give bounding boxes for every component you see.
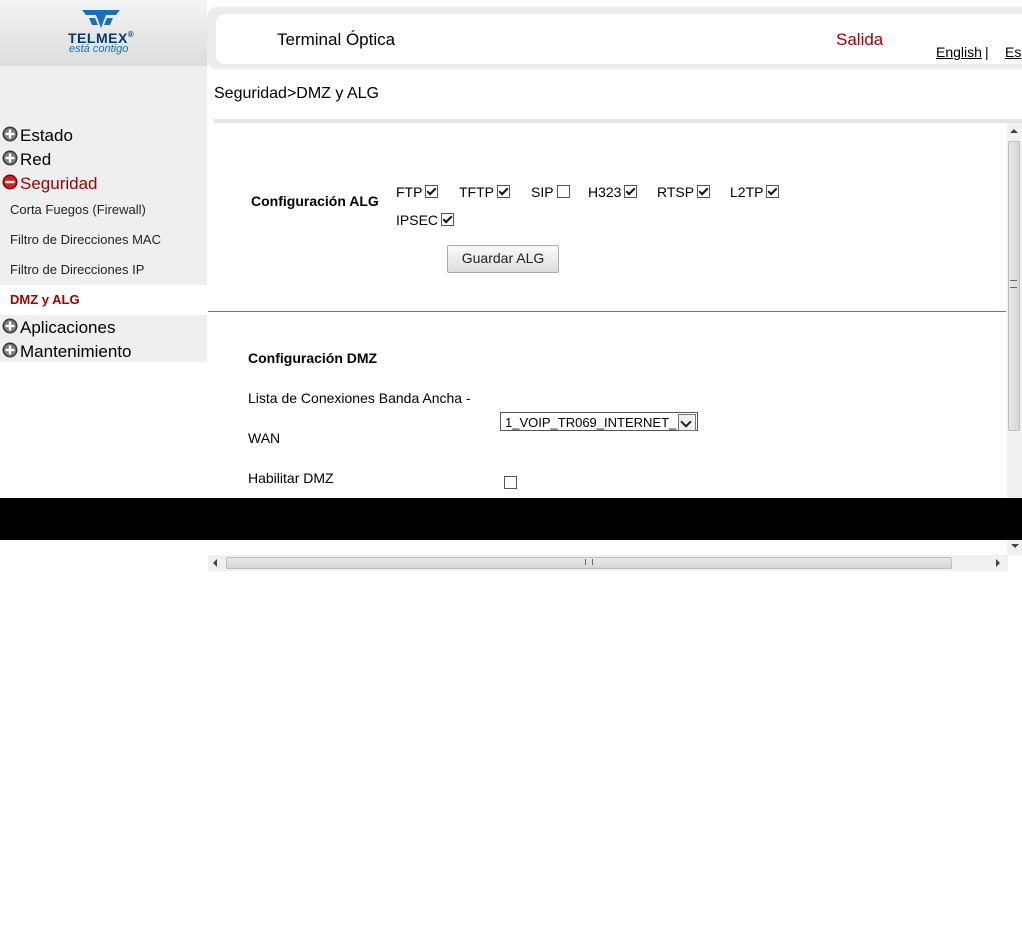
- tftp-checkbox[interactable]: [497, 185, 510, 198]
- alg-option-ftp: FTP: [396, 183, 439, 201]
- dmz-section-title: Configuración DMZ: [248, 350, 378, 366]
- language-separator: |: [985, 44, 989, 60]
- enable-dmz-label: Habilitar DMZ: [248, 470, 334, 486]
- minus-icon: [2, 174, 18, 190]
- rtsp-checkbox[interactable]: [697, 185, 711, 198]
- sidebar: Estado Red Seguridad Corta Fuegos (Firew…: [0, 66, 207, 362]
- language-spanish-link[interactable]: Es: [1005, 44, 1021, 60]
- alg-option-label: FTP: [396, 184, 423, 200]
- frame-top-border: [214, 119, 1022, 123]
- sidebar-subitem-ip-filter[interactable]: Filtro de Direcciones IP: [0, 255, 207, 285]
- alg-option-l2tp: L2TP: [730, 183, 780, 201]
- sip-checkbox[interactable]: [556, 185, 570, 198]
- grip-icon: [585, 559, 593, 565]
- chevron-down-icon[interactable]: [678, 414, 696, 431]
- brand-tagline: está contigo: [69, 43, 129, 55]
- wan-list-label-cont: WAN: [248, 430, 281, 446]
- page-title: Terminal Óptica: [277, 30, 396, 49]
- language-english-link[interactable]: English: [936, 44, 982, 60]
- enable-dmz-checkbox[interactable]: [504, 476, 517, 489]
- alg-option-label: L2TP: [730, 184, 764, 200]
- alg-option-rtsp: RTSP: [657, 183, 711, 201]
- logout-link[interactable]: Salida: [836, 30, 883, 50]
- alg-option-sip: SIP: [531, 183, 570, 201]
- alg-option-h323: H323: [588, 183, 638, 201]
- alg-option-tftp: TFTP: [459, 183, 510, 201]
- wan-list-label: Lista de Conexiones Banda Ancha -: [248, 390, 471, 406]
- plus-icon: [2, 342, 18, 358]
- sidebar-subitem-firewall[interactable]: Corta Fuegos (Firewall): [0, 195, 207, 225]
- save-alg-button[interactable]: Guardar ALG: [447, 245, 559, 273]
- scroll-up-icon[interactable]: [1010, 129, 1018, 133]
- logo: TELMEX® está contigo: [0, 0, 207, 66]
- scroll-left-icon[interactable]: [213, 559, 217, 567]
- vertical-scrollbar[interactable]: [1007, 123, 1022, 555]
- plus-icon: [2, 150, 18, 166]
- alg-option-label: IPSEC: [396, 212, 439, 228]
- section-divider: [208, 311, 1006, 312]
- scroll-down-icon[interactable]: [1011, 544, 1019, 548]
- alg-section-title: Configuración ALG: [251, 193, 379, 209]
- sidebar-item-label: Seguridad: [20, 174, 98, 193]
- breadcrumb: Seguridad>DMZ y ALG: [214, 85, 379, 102]
- grip-icon: [1010, 280, 1017, 288]
- sidebar-subitem-dmz-alg[interactable]: DMZ y ALG: [0, 285, 207, 315]
- sidebar-item-label: Red: [20, 150, 52, 169]
- sidebar-item-label: Mantenimiento: [20, 342, 132, 361]
- wan-selected-value: 1_VOIP_TR069_INTERNET_OTHER: [505, 415, 677, 430]
- brand-registered-mark: ®: [127, 30, 135, 39]
- sidebar-item-label: Aplicaciones: [20, 318, 116, 337]
- plus-icon: [2, 126, 18, 142]
- alg-option-label: TFTP: [459, 184, 494, 200]
- horizontal-scrollbar[interactable]: [208, 555, 1008, 571]
- telmex-logo-icon: [82, 10, 120, 28]
- alg-option-label: H323: [588, 184, 622, 200]
- ipsec-checkbox[interactable]: [441, 213, 455, 226]
- wan-connection-select[interactable]: 1_VOIP_TR069_INTERNET_OTHER: [500, 412, 698, 431]
- ftp-checkbox[interactable]: [425, 185, 439, 198]
- black-overlay-bar: [0, 498, 1022, 540]
- alg-option-label: RTSP: [657, 184, 695, 200]
- scroll-right-icon[interactable]: [996, 559, 1000, 567]
- l2tp-checkbox[interactable]: [766, 185, 780, 198]
- h323-checkbox[interactable]: [624, 185, 638, 198]
- alg-option-ipsec: IPSEC: [396, 211, 455, 229]
- sidebar-item-label: Estado: [20, 126, 73, 145]
- sidebar-subitem-mac-filter[interactable]: Filtro de Direcciones MAC: [0, 225, 207, 255]
- alg-option-label: SIP: [531, 184, 554, 200]
- plus-icon: [2, 318, 18, 334]
